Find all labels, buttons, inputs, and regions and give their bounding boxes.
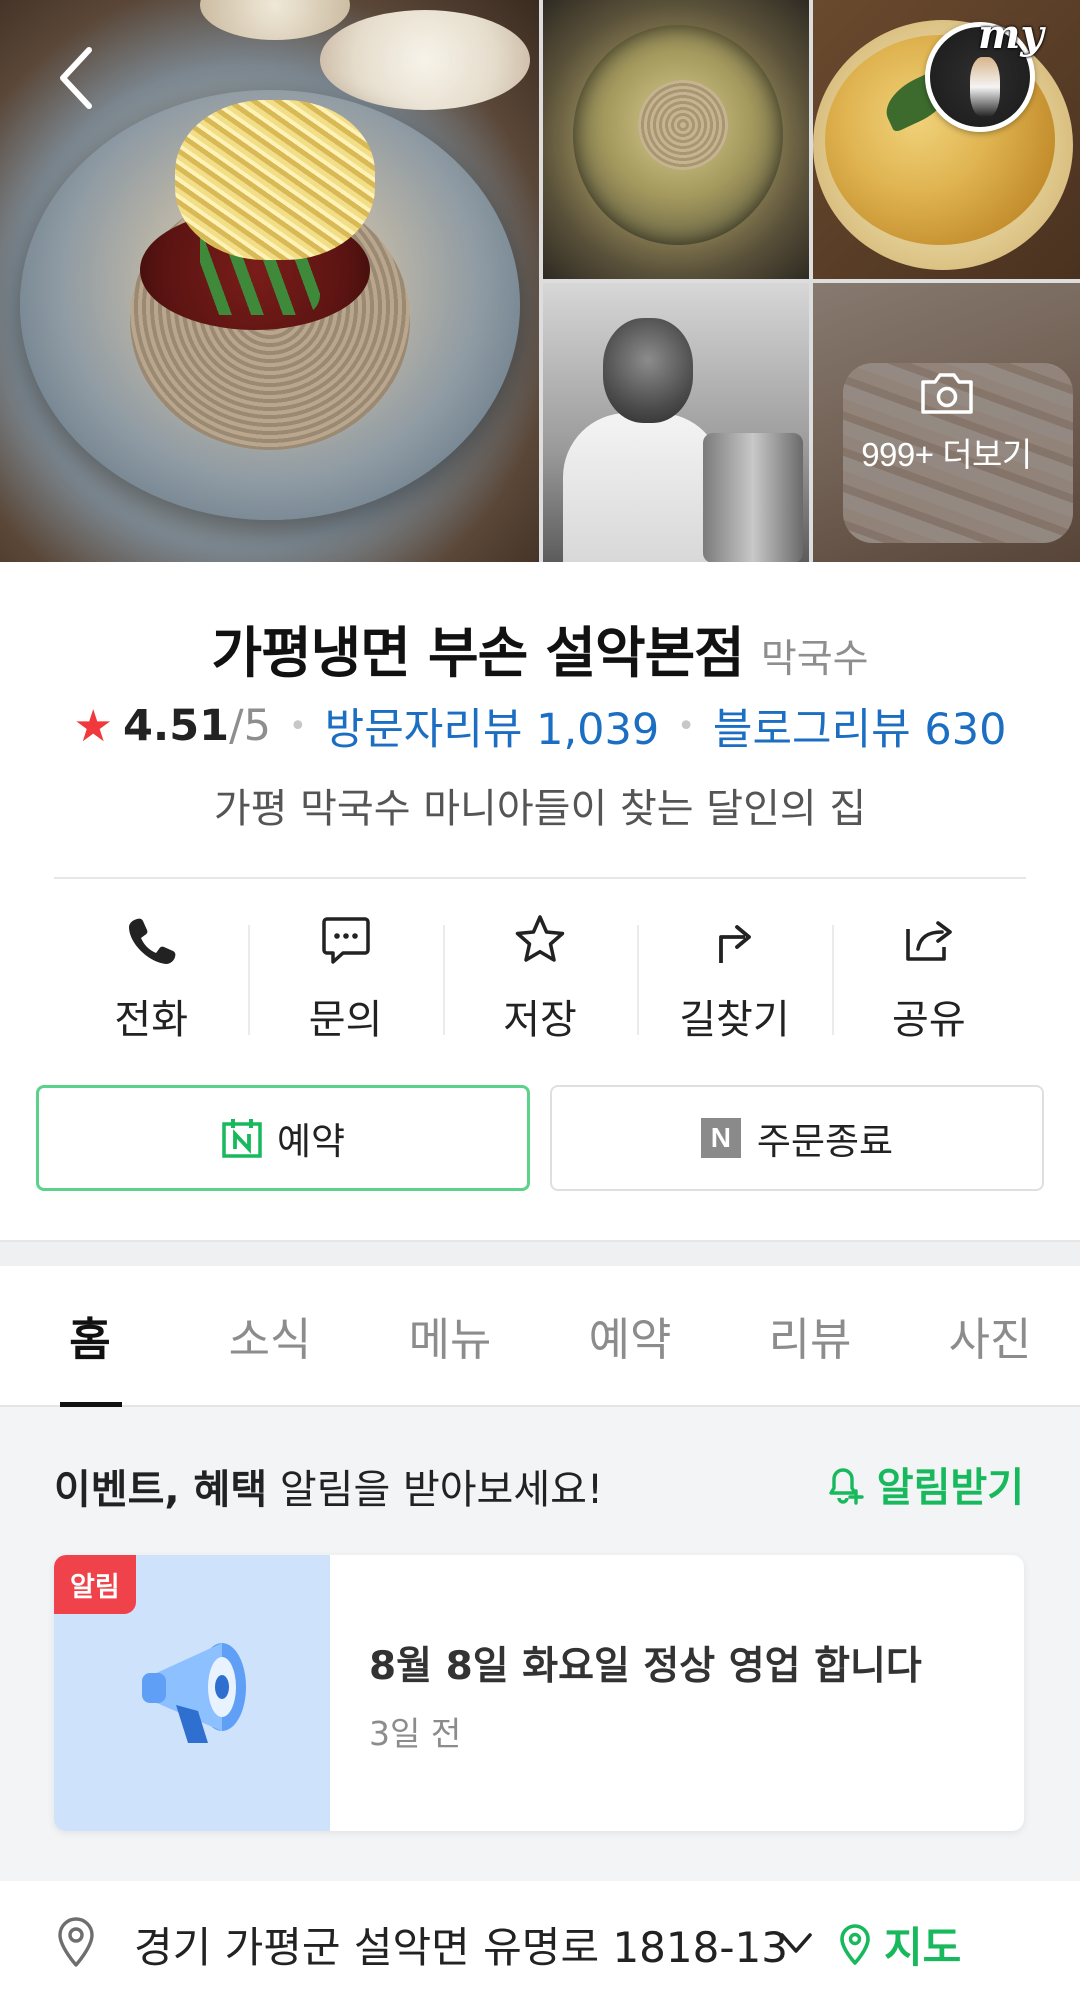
rating-max: /5 — [229, 701, 271, 751]
chevron-left-icon — [60, 47, 92, 109]
directions-button[interactable]: 길찾기 — [637, 905, 831, 1045]
event-heading-bold: 이벤트, 혜택 — [54, 1467, 268, 1513]
megaphone-icon — [142, 1643, 246, 1743]
subscribe-alarm-button[interactable]: 알림받기 — [821, 1455, 1024, 1513]
star-icon: ★ — [73, 700, 113, 752]
share-button[interactable]: 공유 — [831, 905, 1026, 1045]
avatar — [970, 57, 1000, 117]
tab-home[interactable]: 홈 — [0, 1266, 180, 1407]
event-section: 이벤트, 혜택 알림을 받아보세요! 알림받기 알림 8월 8일 화요일 정상 … — [0, 1407, 1080, 1881]
notice-thumbnail: 알림 — [54, 1555, 330, 1831]
bell-plus-icon — [829, 1468, 864, 1505]
divider — [54, 877, 1026, 879]
my-profile-button[interactable]: my — [925, 11, 1044, 132]
place-category: 막국수 — [760, 637, 869, 682]
tab-bar: 홈 소식 메뉴 예약 리뷰 사진 — [0, 1266, 1080, 1407]
map-button[interactable]: 지도 — [838, 1914, 961, 1975]
location-pin-icon — [58, 1917, 94, 1967]
subscribe-alarm-label: 알림받기 — [876, 1465, 1024, 1511]
save-button[interactable]: 저장 — [442, 905, 637, 1045]
star-outline-icon — [515, 915, 565, 962]
naver-calendar-icon — [222, 1119, 262, 1158]
notice-title: 8월 8일 화요일 정상 영업 합니다 — [369, 1644, 922, 1689]
photo-thumbnail[interactable] — [543, 283, 809, 562]
back-button[interactable] — [40, 38, 110, 118]
map-label: 지도 — [884, 1923, 962, 1972]
directions-icon — [719, 925, 752, 963]
tab-menu[interactable]: 메뉴 — [360, 1266, 540, 1405]
more-photos-label: 999+ 더보기 — [861, 435, 1032, 473]
visitor-reviews-link[interactable]: 방문자리뷰 1,039 — [325, 695, 660, 757]
tab-news[interactable]: 소식 — [180, 1266, 360, 1405]
call-button[interactable]: 전화 — [54, 905, 248, 1045]
reserve-label: 예약 — [276, 1120, 346, 1163]
blog-reviews-link[interactable]: 블로그리뷰 630 — [713, 695, 1007, 757]
tab-photos[interactable]: 사진 — [900, 1266, 1080, 1405]
chevron-down-icon[interactable] — [778, 1925, 814, 1961]
my-badge-label: my — [978, 11, 1044, 58]
title-row: 가평냉면 부손 설악본점 막국수 — [0, 608, 1080, 688]
tab-reviews[interactable]: 리뷰 — [720, 1266, 900, 1405]
address-row: 경기 가평군 설악면 유명로 1818-13 지도 — [0, 1881, 1080, 2001]
share-label: 공유 — [892, 997, 966, 1043]
order-label: 주문종료 — [756, 1120, 894, 1163]
inquiry-button[interactable]: 문의 — [248, 905, 442, 1045]
camera-icon — [920, 372, 973, 414]
event-heading: 이벤트, 혜택 알림을 받아보세요! — [54, 1457, 603, 1515]
rating-value: 4.51 — [122, 701, 230, 751]
tab-reservation[interactable]: 예약 — [540, 1266, 720, 1405]
notice-card[interactable]: 알림 8월 8일 화요일 정상 영업 합니다 3일 전 — [54, 1555, 1024, 1831]
share-icon — [906, 921, 952, 961]
action-row: 전화 문의 저장 길찾기 공유 — [54, 905, 1026, 1045]
address-text[interactable]: 경기 가평군 설악면 유명로 1818-13 — [134, 1914, 788, 1975]
naver-order-icon: N — [700, 1118, 741, 1158]
chat-icon — [321, 917, 370, 964]
reserve-button[interactable]: 예약 — [36, 1085, 530, 1191]
place-name: 가평냉면 부손 설악본점 — [211, 621, 744, 685]
notice-time: 3일 전 — [369, 1714, 462, 1753]
rating-row: ★ 4.51 /5 • 방문자리뷰 1,039 • 블로그리뷰 630 — [0, 695, 1080, 757]
section-gap — [0, 1240, 1080, 1266]
photo-thumbnail[interactable] — [543, 0, 809, 279]
directions-label: 길찾기 — [679, 997, 790, 1043]
call-label: 전화 — [114, 997, 188, 1043]
photo-gallery: 999+ 더보기 my — [0, 0, 1080, 562]
place-tagline: 가평 막국수 마니아들이 찾는 달인의 집 — [213, 786, 867, 832]
phone-icon — [129, 918, 176, 964]
map-pin-icon — [840, 1923, 870, 1965]
separator-dot: • — [288, 708, 307, 744]
separator-dot: • — [677, 708, 695, 744]
save-label: 저장 — [503, 997, 577, 1043]
notice-badge: 알림 — [54, 1555, 136, 1614]
event-heading-rest: 알림을 받아보세요! — [267, 1467, 603, 1513]
more-photos-button[interactable]: 999+ 더보기 — [813, 283, 1080, 562]
order-closed-button[interactable]: N 주문종료 — [550, 1085, 1044, 1191]
inquiry-label: 문의 — [308, 997, 383, 1043]
